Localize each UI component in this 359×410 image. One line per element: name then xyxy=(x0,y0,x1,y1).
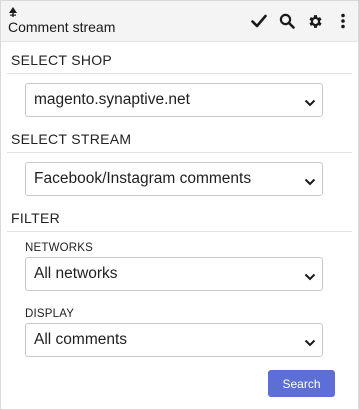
display-label: DISPLAY xyxy=(25,308,75,320)
select-stream-heading: SELECT STREAM xyxy=(11,131,132,147)
search-icon[interactable] xyxy=(276,10,298,32)
comment-stream-panel: Comment stream SELECT SHOP magento.synap… xyxy=(0,0,359,410)
panel-header: Comment stream xyxy=(1,1,358,42)
display-select-value: All comments xyxy=(34,331,128,348)
networks-label: NETWORKS xyxy=(25,242,94,254)
networks-select[interactable]: All networks xyxy=(25,257,323,291)
filter-heading: FILTER xyxy=(11,210,60,226)
search-button[interactable]: Search xyxy=(268,370,335,397)
chevron-down-icon xyxy=(304,335,316,347)
divider xyxy=(7,231,352,232)
select-shop-heading: SELECT SHOP xyxy=(11,52,113,68)
chevron-down-icon xyxy=(304,269,316,281)
stream-select[interactable]: Facebook/Instagram comments xyxy=(25,162,323,196)
stream-select-value: Facebook/Instagram comments xyxy=(34,170,252,187)
panel-title: Comment stream xyxy=(8,19,116,35)
gear-icon[interactable] xyxy=(304,10,326,32)
check-icon[interactable] xyxy=(248,10,270,32)
display-select[interactable]: All comments xyxy=(25,323,323,357)
more-vertical-icon[interactable] xyxy=(332,10,354,32)
chevron-down-icon xyxy=(304,174,316,186)
chevron-down-icon xyxy=(304,95,316,107)
pin-icon[interactable] xyxy=(7,5,19,17)
shop-select-value: magento.synaptive.net xyxy=(34,91,190,108)
divider xyxy=(7,73,352,74)
shop-select[interactable]: magento.synaptive.net xyxy=(25,83,323,117)
networks-select-value: All networks xyxy=(34,265,118,282)
divider xyxy=(7,152,352,153)
